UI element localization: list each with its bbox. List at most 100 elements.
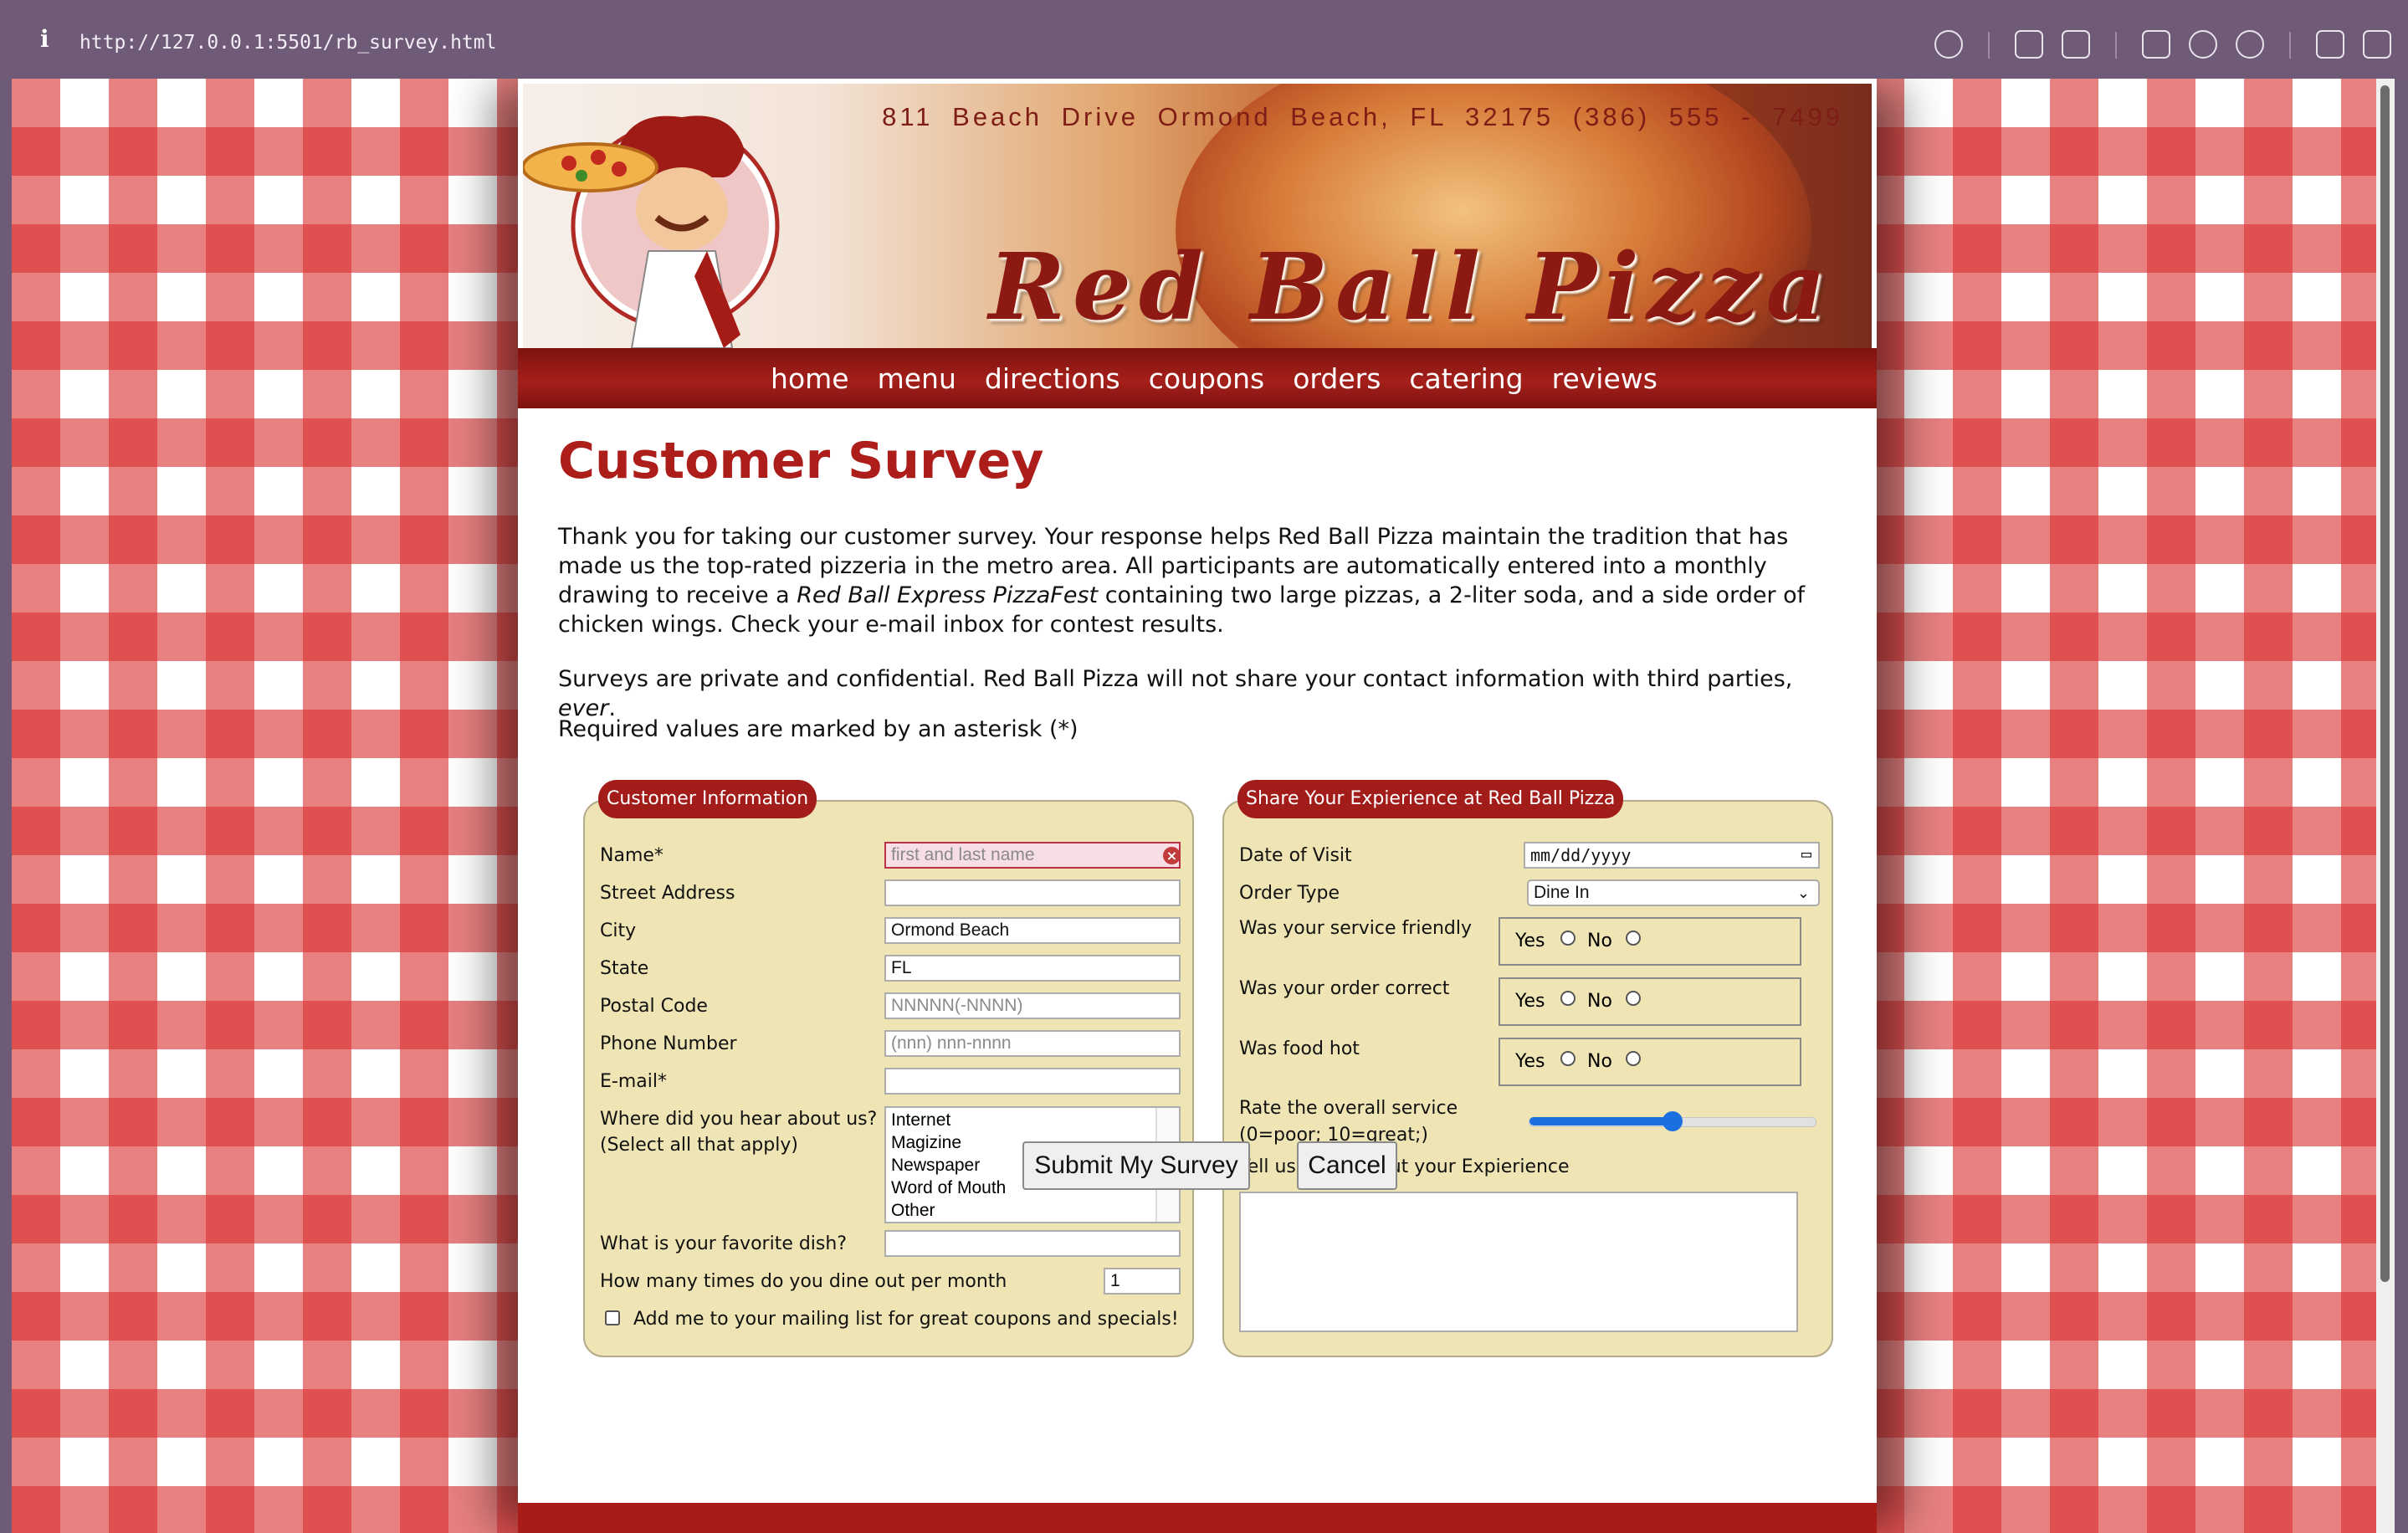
footer-bar	[518, 1503, 1877, 1533]
list-item[interactable]: Internet	[891, 1109, 1174, 1131]
slider-fill	[1529, 1117, 1673, 1125]
experience-fieldset: Share Your Expierience at Red Ball Pizza…	[1222, 780, 1833, 1357]
postal-field[interactable]: NNNNN(-NNNN)	[884, 992, 1181, 1019]
sidebar-icon[interactable]	[2363, 30, 2391, 59]
page-viewport: 811 Beach Drive Ormond Beach, FL 32175 (…	[12, 79, 2395, 1533]
clear-name-icon[interactable]: ×	[1163, 847, 1181, 864]
correct-label: Was your order correct	[1239, 978, 1450, 999]
hot-radio-group: Yes No	[1499, 1038, 1801, 1086]
hear-sublabel: (Select all that apply)	[600, 1135, 798, 1156]
toolbar-divider	[2115, 32, 2117, 59]
friendly-no-radio[interactable]	[1626, 931, 1641, 946]
date-placeholder: mm/dd/yyyy	[1530, 845, 1632, 865]
phone-label: Phone Number	[600, 1033, 737, 1054]
dine-label: How many times do you dine out per month	[600, 1271, 1007, 1292]
hot-yes-radio[interactable]	[1560, 1051, 1575, 1066]
correct-no-label: No	[1587, 991, 1612, 1012]
rate-label: Rate the overall service	[1239, 1098, 1458, 1119]
postal-label: Postal Code	[600, 996, 708, 1017]
name-label: Name*	[600, 845, 663, 866]
city-label: City	[600, 920, 637, 941]
calendar-icon[interactable]: ▭	[1801, 843, 1811, 864]
page-title: Customer Survey	[558, 432, 1044, 490]
slider-thumb[interactable]	[1663, 1111, 1683, 1131]
browser-toolbar: i http://127.0.0.1:5501/rb_survey.html	[0, 0, 2408, 79]
hot-label: Was food hot	[1239, 1038, 1360, 1059]
friendly-label: Was your service friendly	[1239, 918, 1473, 939]
more-label: Tell us more about your Expierience	[1239, 1156, 1570, 1177]
restaurant-address: 811 Beach Drive Ormond Beach, FL 32175 (…	[882, 102, 1843, 131]
mailing-list-label: Add me to your mailing list for great co…	[633, 1309, 1179, 1330]
scrollbar-thumb[interactable]	[2380, 85, 2390, 1282]
correct-no-radio[interactable]	[1626, 991, 1641, 1006]
intro-paragraph: Thank you for taking our customer survey…	[558, 522, 1847, 639]
street-field[interactable]	[884, 879, 1181, 906]
date-of-visit-field[interactable]: mm/dd/yyyy ▭	[1524, 842, 1820, 869]
city-field[interactable]: Ormond Beach	[884, 917, 1181, 944]
crosshair-icon[interactable]	[2236, 30, 2264, 59]
required-note: Required values are marked by an asteris…	[558, 716, 1078, 742]
street-label: Street Address	[600, 883, 735, 904]
correct-radio-group: Yes No	[1499, 977, 1801, 1026]
friendly-yes-radio[interactable]	[1560, 931, 1575, 946]
order-type-value: Dine In	[1534, 883, 1590, 902]
nav-orders[interactable]: orders	[1293, 362, 1381, 395]
nav-catering[interactable]: catering	[1409, 362, 1523, 395]
toolbar-divider	[1988, 32, 1990, 59]
globe-icon[interactable]	[2189, 30, 2217, 59]
customer-info-legend: Customer Information	[598, 780, 817, 818]
order-type-select[interactable]: Dine In ⌄	[1527, 879, 1820, 906]
dish-label: What is your favorite dish?	[600, 1233, 848, 1254]
nav-directions[interactable]: directions	[985, 362, 1120, 395]
page-container: 811 Beach Drive Ormond Beach, FL 32175 (…	[518, 79, 1877, 1533]
dine-out-stepper[interactable]: 1	[1104, 1268, 1181, 1295]
nav-menu[interactable]: menu	[878, 362, 956, 395]
toolbar-divider	[2289, 32, 2291, 59]
correct-yes-radio[interactable]	[1560, 991, 1575, 1006]
cancel-button[interactable]: Cancel	[1297, 1141, 1397, 1190]
nav-home[interactable]: home	[771, 362, 849, 395]
date-label: Date of Visit	[1239, 845, 1352, 866]
address-bar[interactable]: http://127.0.0.1:5501/rb_survey.html	[79, 32, 497, 54]
info-icon[interactable]: i	[40, 25, 49, 53]
hot-no-label: No	[1587, 1051, 1612, 1072]
dish-field[interactable]	[884, 1230, 1181, 1257]
browser-tools	[1916, 30, 2391, 59]
main-nav: home menu directions coupons orders cate…	[518, 348, 1877, 408]
customer-info-fieldset: Customer Information Name* first and las…	[583, 780, 1194, 1357]
mailing-list-checkbox[interactable]	[605, 1310, 620, 1325]
service-rating-slider[interactable]	[1529, 1111, 1816, 1131]
submit-button[interactable]: Submit My Survey	[1022, 1141, 1250, 1190]
chevron-down-icon: ⌄	[1796, 884, 1810, 901]
phone-field[interactable]: (nnn) nnn-nnnn	[884, 1030, 1181, 1057]
intro-prize: Red Ball Express PizzaFest	[797, 582, 1099, 608]
restaurant-title: Red Ball Pizza	[988, 233, 1833, 341]
camera-icon[interactable]	[2062, 30, 2090, 59]
hot-no-radio[interactable]	[1626, 1051, 1641, 1066]
screenshot-area-icon[interactable]	[2015, 30, 2043, 59]
state-label: State	[600, 958, 649, 979]
nav-reviews[interactable]: reviews	[1552, 362, 1657, 395]
state-field[interactable]: FL	[884, 955, 1181, 982]
email-label: E-mail*	[600, 1071, 667, 1092]
nav-coupons[interactable]: coupons	[1149, 362, 1265, 395]
hot-yes-label: Yes	[1515, 1051, 1545, 1072]
correct-yes-label: Yes	[1515, 991, 1545, 1012]
chef-logo	[523, 115, 780, 348]
friendly-no-label: No	[1587, 931, 1612, 951]
email-field[interactable]	[884, 1068, 1181, 1095]
page-scrollbar[interactable]	[2376, 79, 2395, 1533]
link-icon[interactable]	[1934, 30, 1963, 59]
privacy-text: Surveys are private and confidential. Re…	[558, 666, 1793, 692]
comments-textarea[interactable]	[1239, 1192, 1798, 1332]
header-banner: 811 Beach Drive Ormond Beach, FL 32175 (…	[523, 84, 1872, 348]
order-type-label: Order Type	[1239, 883, 1340, 904]
experience-legend: Share Your Expierience at Red Ball Pizza	[1237, 780, 1624, 818]
list-item[interactable]: Other	[891, 1199, 1174, 1222]
friendly-yes-label: Yes	[1515, 931, 1545, 951]
terminal-icon[interactable]	[2142, 30, 2170, 59]
name-field[interactable]: first and last name	[884, 842, 1181, 869]
extension-icon[interactable]	[2316, 30, 2344, 59]
friendly-radio-group: Yes No	[1499, 917, 1801, 966]
hear-label: Where did you hear about us?	[600, 1109, 878, 1130]
